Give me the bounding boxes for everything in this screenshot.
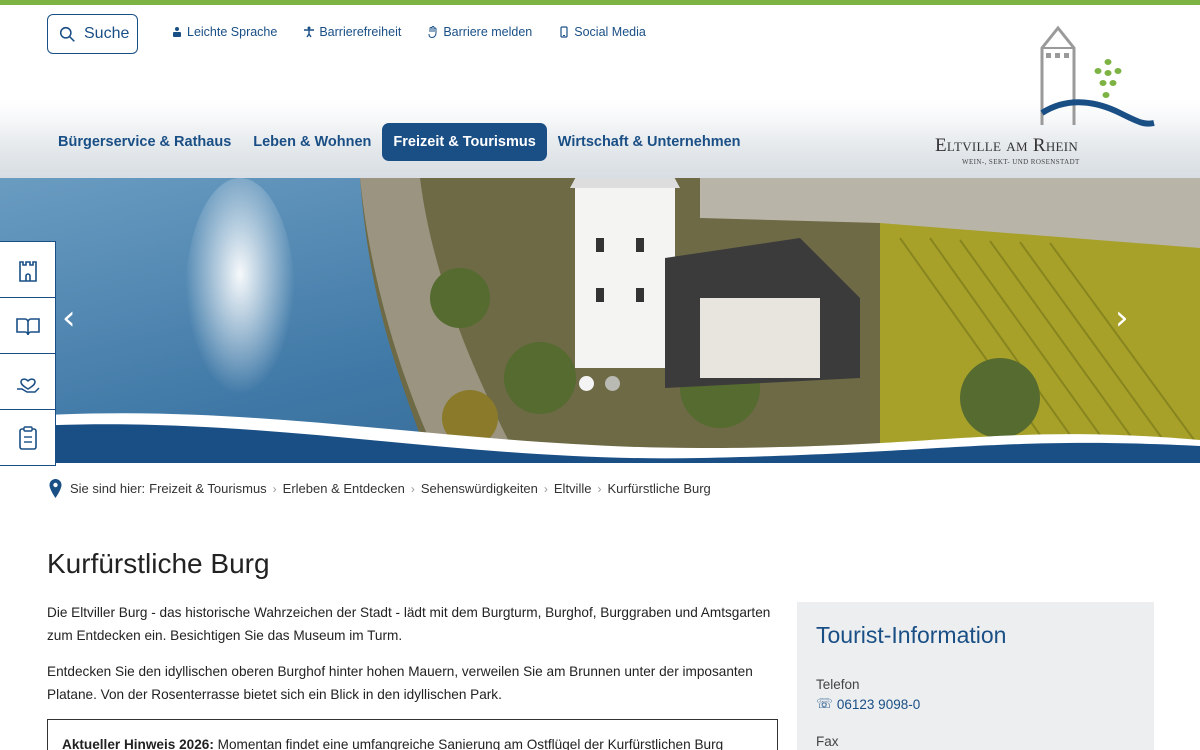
nav-leben-wohnen[interactable]: Leben & Wohnen: [242, 123, 382, 161]
nav-wirtschaft[interactable]: Wirtschaft & Unternehmen: [547, 123, 752, 161]
hero-slider: ‹ ›: [0, 178, 1200, 463]
intro-text: Die Eltviller Burg - das historische Wah…: [47, 602, 779, 720]
sidebar-castle-button[interactable]: [0, 241, 56, 298]
quicklink-leichte-sprache[interactable]: Leichte Sprache: [171, 25, 277, 39]
chevron-right-icon: ›: [272, 481, 277, 496]
nav-buergerservice[interactable]: Bürgerservice & Rathaus: [47, 123, 242, 161]
breadcrumb-item[interactable]: Sehenswürdigkeiten: [421, 481, 538, 496]
accessibility-icon: [304, 26, 315, 38]
phone-icon: [560, 26, 568, 38]
logo-title: Eltville am Rhein: [935, 135, 1079, 156]
fax-label: Fax: [816, 734, 839, 749]
hero-image: [0, 178, 1200, 463]
breadcrumb-item[interactable]: Erleben & Entdecken: [283, 481, 405, 496]
quicklinks: Leichte Sprache Barrierefreiheit Barrier…: [171, 25, 646, 39]
chevron-right-icon: ›: [410, 481, 415, 496]
notice-box: Aktueller Hinweis 2026: Momentan findet …: [47, 719, 778, 750]
intro-paragraph: Entdecken Sie den idyllischen oberen Bur…: [47, 664, 753, 702]
phone-label: Telefon: [816, 677, 860, 692]
book-icon: [15, 317, 40, 335]
tourist-info-title: Tourist-Information: [816, 622, 1007, 648]
chevron-right-icon: ›: [597, 481, 602, 496]
site-header: Suche Leichte Sprache Barrierefreiheit B…: [0, 5, 1200, 178]
slider-dots: [579, 376, 620, 391]
slider-dot[interactable]: [605, 376, 620, 391]
quicklink-label: Barriere melden: [443, 25, 533, 39]
sidebar-book-button[interactable]: [0, 297, 56, 354]
quicklink-label: Barrierefreiheit: [319, 25, 402, 39]
hand-heart-icon: [16, 377, 40, 393]
clipboard-icon: [18, 425, 37, 450]
easy-language-icon: [173, 27, 181, 37]
location-pin-icon: [49, 479, 62, 498]
telephone-icon: ☏: [816, 696, 833, 711]
phone-link[interactable]: ☏ 06123 9098-0: [816, 696, 1135, 712]
breadcrumb-item[interactable]: Freizeit & Tourismus: [149, 481, 267, 496]
chevron-right-icon: ›: [543, 481, 548, 496]
tourist-info-box: Tourist-Information Telefon ☏ 06123 9098…: [797, 602, 1154, 750]
quicklink-social-media[interactable]: Social Media: [558, 25, 646, 39]
breadcrumb-current: Kurfürstliche Burg: [607, 481, 711, 496]
castle-icon: [18, 260, 37, 282]
quicklink-label: Leichte Sprache: [187, 25, 278, 39]
logo-subtitle: WEIN-, SEKT- UND ROSENSTADT: [962, 158, 1080, 166]
slider-prev-icon[interactable]: ‹: [62, 298, 76, 338]
slider-dot-active[interactable]: [579, 376, 594, 391]
quick-sidebar: [0, 241, 56, 466]
notice-label: Aktueller Hinweis 2026:: [62, 737, 214, 750]
search-button[interactable]: Suche: [47, 14, 138, 54]
notice-text: Momentan findet eine umfangreiche Sanier…: [213, 737, 724, 750]
intro-paragraph: Die Eltviller Burg - das historische Wah…: [47, 605, 771, 643]
report-hand-icon: [428, 26, 437, 38]
search-icon: [59, 26, 75, 42]
quicklink-barrierefreiheit[interactable]: Barrierefreiheit: [303, 25, 401, 39]
breadcrumb: Sie sind hier: Freizeit & Tourismus › Er…: [48, 479, 711, 498]
sidebar-clipboard-button[interactable]: [0, 409, 56, 466]
main-navigation: Bürgerservice & Rathaus Leben & Wohnen F…: [47, 123, 752, 161]
slider-next-icon[interactable]: ›: [1115, 298, 1129, 338]
sidebar-hand-heart-button[interactable]: [0, 353, 56, 410]
quicklink-barriere-melden[interactable]: Barriere melden: [427, 25, 532, 39]
breadcrumb-prefix: Sie sind hier:: [70, 481, 146, 496]
breadcrumb-item[interactable]: Eltville: [554, 481, 592, 496]
nav-freizeit-tourismus[interactable]: Freizeit & Tourismus: [382, 123, 547, 161]
search-label: Suche: [84, 25, 130, 42]
phone-value: 06123 9098-0: [836, 696, 921, 712]
quicklink-label: Social Media: [574, 25, 646, 39]
page-title: Kurfürstliche Burg: [47, 548, 270, 579]
